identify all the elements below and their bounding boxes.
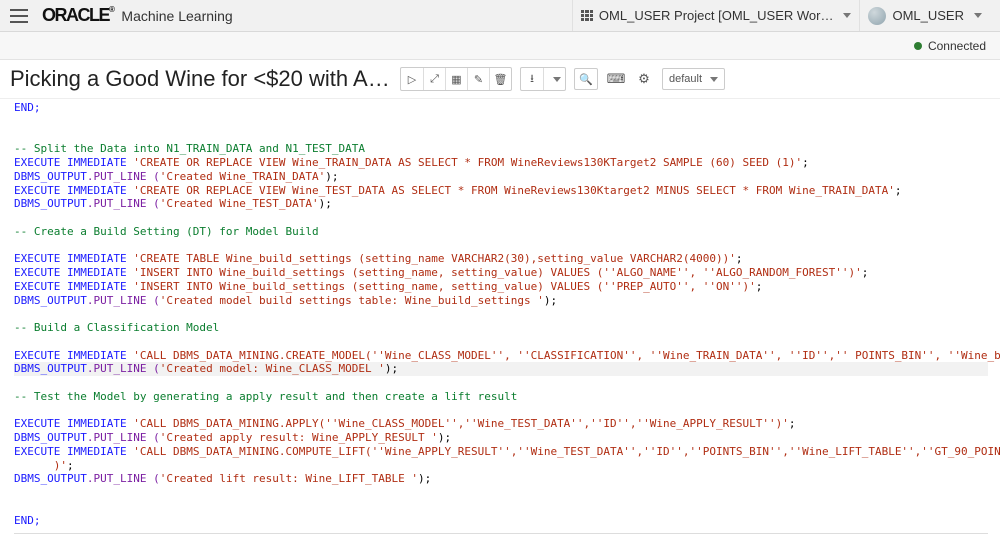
view-select[interactable]: default — [662, 68, 725, 90]
brand-logo: ORACLE® — [42, 5, 113, 26]
run-button[interactable]: ▷ — [401, 68, 423, 90]
toolbar: ▷ ⤢ ▦ ✎ 🗑 ⭳ 🔍 ⌨ ⚙ default — [400, 67, 725, 91]
connection-status: Connected — [928, 39, 986, 53]
page-title: Picking a Good Wine for <$20 with ADW… — [10, 66, 390, 92]
status-dot-icon — [914, 42, 922, 50]
menu-icon[interactable] — [10, 9, 28, 23]
output-block: DROP TABLE Wine_build_settings PURGE: dr… — [14, 533, 988, 535]
top-bar: ORACLE® Machine Learning OML_USER Projec… — [0, 0, 1000, 32]
chevron-down-icon — [710, 77, 718, 82]
export-button[interactable]: ⭳ — [521, 68, 543, 90]
text-button[interactable]: ▦ — [445, 68, 467, 90]
edit-button[interactable]: ✎ — [467, 68, 489, 90]
notebook-paragraph[interactable]: END; -- Split the Data into N1_TRAIN_DAT… — [0, 99, 1000, 535]
delete-button[interactable]: 🗑 — [489, 68, 511, 90]
project-selector[interactable]: OML_USER Project [OML_USER Wor… — [572, 0, 860, 31]
chevron-down-icon — [974, 13, 982, 18]
gear-icon[interactable]: ⚙ — [634, 68, 654, 90]
user-menu[interactable]: OML_USER — [859, 0, 990, 31]
export-caret[interactable] — [543, 68, 565, 90]
code-editor[interactable]: END; -- Split the Data into N1_TRAIN_DAT… — [14, 101, 988, 527]
brand-product: Machine Learning — [121, 8, 232, 24]
run-group: ▷ ⤢ ▦ ✎ 🗑 — [400, 67, 512, 91]
avatar — [868, 7, 886, 25]
status-bar: Connected — [0, 32, 1000, 60]
project-label: OML_USER Project [OML_USER Wor… — [599, 8, 834, 23]
expand-button[interactable]: ⤢ — [423, 68, 445, 90]
chevron-down-icon — [843, 13, 851, 18]
export-group: ⭳ — [520, 67, 566, 91]
user-label: OML_USER — [892, 8, 964, 23]
brand: ORACLE® Machine Learning — [42, 5, 233, 26]
title-row: Picking a Good Wine for <$20 with ADW… ▷… — [0, 60, 1000, 99]
search-button[interactable]: 🔍 — [574, 68, 598, 90]
grid-icon — [581, 10, 593, 22]
keyboard-icon[interactable]: ⌨ — [606, 68, 626, 90]
